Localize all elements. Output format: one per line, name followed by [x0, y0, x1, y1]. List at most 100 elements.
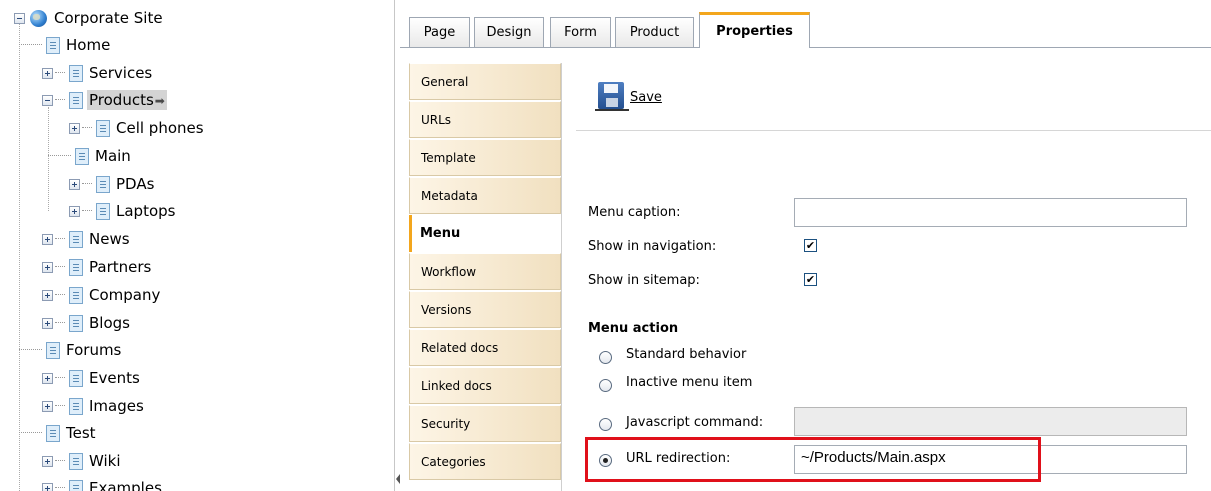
document-icon	[69, 397, 83, 415]
side-tab-template[interactable]: Template	[409, 139, 561, 176]
tree-node-events[interactable]: Events	[42, 366, 142, 390]
side-tab-versions[interactable]: Versions	[409, 291, 561, 328]
expand-icon[interactable]	[42, 233, 53, 245]
globe-icon	[30, 9, 47, 27]
expand-icon[interactable]	[42, 289, 53, 301]
tree-node-test[interactable]: Test	[19, 421, 98, 445]
tree-node-home[interactable]: Home	[19, 33, 112, 57]
document-icon	[75, 147, 89, 165]
tree-node-partners[interactable]: Partners	[42, 255, 153, 279]
panel-splitter[interactable]	[394, 0, 400, 491]
javascript-command-radio[interactable]	[599, 418, 612, 431]
tree-node-forums[interactable]: Forums	[19, 338, 123, 362]
tree-node-label: Events	[89, 369, 140, 387]
tree-node-label: Main	[95, 147, 131, 165]
menu-caption-input[interactable]	[794, 198, 1187, 227]
expand-icon[interactable]	[42, 400, 53, 412]
expand-icon[interactable]	[69, 205, 80, 217]
expand-icon[interactable]	[42, 261, 53, 273]
tree-node-company[interactable]: Company	[42, 283, 162, 307]
tree-node-label: Company	[89, 286, 161, 304]
inactive-menu-item-label: Inactive menu item	[626, 375, 753, 390]
tree-node-wiki[interactable]: Wiki	[42, 449, 123, 473]
tab-form[interactable]: Form	[550, 17, 611, 47]
side-tab-workflow[interactable]: Workflow	[409, 253, 561, 290]
highlight-annotation-box	[585, 437, 1041, 482]
tree-node-label: News	[89, 230, 130, 248]
show-in-sitemap-checkbox[interactable]: ✔	[804, 273, 817, 286]
tree-connector	[82, 127, 92, 129]
tree-node-laptops[interactable]: Laptops	[69, 199, 177, 223]
tree-connector	[82, 183, 92, 185]
expand-icon[interactable]	[42, 67, 53, 79]
tree-connector	[55, 99, 65, 101]
show-in-navigation-checkbox[interactable]: ✔	[804, 239, 817, 252]
document-icon	[46, 36, 60, 54]
tree-connector	[19, 349, 42, 351]
expand-icon[interactable]	[69, 122, 80, 134]
tree-node-label: Products➡	[87, 90, 167, 110]
document-icon	[69, 91, 83, 109]
side-tab-linked-docs[interactable]: Linked docs	[409, 367, 561, 404]
expand-icon[interactable]	[69, 178, 80, 190]
tree-node-news[interactable]: News	[42, 227, 132, 251]
side-tab-menu[interactable]: Menu	[409, 215, 562, 252]
tree-node-label: Corporate Site	[54, 9, 163, 27]
tree-connector	[55, 266, 65, 268]
expand-icon[interactable]	[42, 317, 53, 329]
side-tab-metadata[interactable]: Metadata	[409, 177, 561, 214]
tree-node-label: PDAs	[116, 175, 155, 193]
collapse-icon[interactable]	[14, 12, 25, 24]
document-icon	[69, 64, 83, 82]
show-in-sitemap-label: Show in sitemap:	[588, 273, 700, 288]
javascript-command-input	[794, 407, 1187, 436]
expand-icon[interactable]	[42, 372, 53, 384]
toolbar-divider	[576, 130, 1211, 131]
tab-page[interactable]: Page	[409, 17, 470, 47]
tree-node-cell-phones[interactable]: Cell phones	[69, 116, 206, 140]
tree-node-blogs[interactable]: Blogs	[42, 311, 132, 335]
save-button[interactable]: Save	[595, 81, 662, 111]
tree-node-services[interactable]: Services	[42, 61, 154, 85]
side-tab-general[interactable]: General	[409, 63, 561, 100]
tree-connector	[55, 405, 65, 407]
tree-node-label: Home	[66, 36, 111, 54]
collapse-panel-arrow-icon[interactable]	[396, 474, 400, 484]
tree-node-label: Forums	[66, 341, 122, 359]
tree-node-label: Cell phones	[116, 119, 204, 137]
tree-node-images[interactable]: Images	[42, 394, 146, 418]
collapse-icon[interactable]	[42, 94, 53, 106]
document-icon	[69, 314, 83, 332]
tree-node-root[interactable]: Corporate Site	[14, 6, 165, 30]
save-icon	[595, 81, 629, 111]
tree-node-label: Services	[89, 64, 153, 82]
tree-node-pdas[interactable]: PDAs	[69, 172, 156, 196]
side-tab-list: General URLs Template Metadata Menu Work…	[409, 63, 562, 491]
top-tab-bar: Page Design Form Product Properties	[400, 0, 1211, 48]
tree-node-products[interactable]: Products➡	[42, 88, 167, 112]
document-icon	[96, 202, 110, 220]
side-tab-security[interactable]: Security	[409, 405, 561, 442]
tree-node-label: Partners	[89, 258, 152, 276]
tab-product[interactable]: Product	[615, 17, 694, 47]
document-icon	[69, 452, 83, 470]
side-tab-urls[interactable]: URLs	[409, 101, 561, 138]
document-icon	[69, 286, 83, 304]
side-tab-related-docs[interactable]: Related docs	[409, 329, 561, 366]
tree-node-examples[interactable]: Examples	[42, 476, 164, 491]
tab-properties[interactable]: Properties	[699, 12, 810, 48]
expand-icon[interactable]	[42, 455, 53, 467]
document-icon	[96, 175, 110, 193]
tree-connector	[55, 294, 65, 296]
tree-connector	[48, 155, 71, 157]
arrow-right-icon: ➡	[154, 94, 165, 108]
inactive-menu-item-radio[interactable]	[599, 379, 612, 392]
tree-connector	[19, 44, 42, 46]
document-icon	[46, 341, 60, 359]
tree-node-label: Test	[66, 424, 96, 442]
side-tab-categories[interactable]: Categories	[409, 443, 561, 480]
tab-design[interactable]: Design	[474, 17, 544, 47]
tree-node-main[interactable]: Main	[48, 144, 133, 168]
standard-behavior-radio[interactable]	[599, 351, 612, 364]
expand-icon[interactable]	[42, 482, 53, 491]
